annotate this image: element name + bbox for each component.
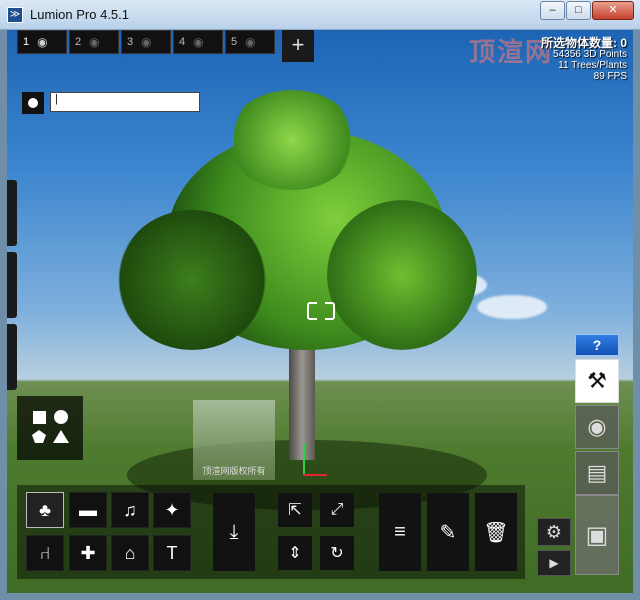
scene-stats: 所选物体数量: 0 54356 3D Points 11 Trees/Plant…: [540, 36, 627, 82]
scale-icon: ⤢: [330, 501, 344, 518]
eye-icon[interactable]: ◉: [89, 35, 99, 49]
category-special-button[interactable]: T: [153, 535, 191, 571]
side-panel-tab[interactable]: [7, 180, 17, 246]
menu-icon: ≡: [394, 520, 406, 543]
worker-icon: ⚒: [587, 368, 607, 393]
play-icon: ▶: [549, 556, 559, 570]
cloud: [477, 295, 547, 319]
house-icon: ⌂: [124, 542, 136, 563]
layer-tab-4[interactable]: 4 ◉: [173, 30, 223, 54]
object-name-input[interactable]: |: [50, 92, 200, 112]
movie-mode-button[interactable]: ▤: [575, 451, 619, 495]
build-mode-button[interactable]: ⚒: [575, 359, 619, 403]
fps-counter: 89 FPS: [593, 71, 627, 82]
add-layer-button[interactable]: +: [282, 30, 314, 62]
layer-number: 3: [127, 36, 134, 48]
place-object-button[interactable]: ⤓: [213, 493, 255, 571]
tree-icon: ♣: [39, 499, 51, 520]
car-icon: ▬: [79, 499, 97, 520]
play-button[interactable]: ▶: [537, 550, 571, 576]
tree-foliage: [327, 200, 477, 350]
layer-number: 1: [23, 36, 30, 48]
photo-mode-button[interactable]: ◉: [575, 405, 619, 449]
trash-icon: 🗑: [483, 521, 509, 544]
layer-tab-2[interactable]: 2 ◉: [69, 30, 119, 54]
select-radio-button[interactable]: [22, 92, 44, 114]
category-people-button[interactable]: ✚: [69, 535, 107, 571]
move-tool-button[interactable]: ⇱: [278, 493, 312, 527]
object-name-row: |: [22, 92, 200, 114]
category-sound-button[interactable]: ♫: [111, 492, 149, 528]
axis-gizmo-x: [303, 474, 327, 476]
lumion-app-icon: ≫: [7, 7, 23, 23]
layer-number: 4: [179, 36, 186, 48]
category-nature-button[interactable]: ♣: [26, 492, 64, 528]
category-effects-button[interactable]: ✦: [153, 492, 191, 528]
rotate-icon: ↻: [330, 545, 344, 562]
height-icon: ⇕: [288, 545, 302, 562]
music-icon: ♫: [123, 499, 137, 520]
radio-dot-icon: [28, 98, 38, 108]
layer-number: 2: [75, 36, 82, 48]
move-icon: ⇱: [288, 502, 302, 519]
close-button[interactable]: ✕: [592, 1, 634, 20]
category-transport-button[interactable]: ▬: [69, 492, 107, 528]
objects-mode-button[interactable]: [17, 396, 83, 460]
tools-icon: T: [166, 542, 178, 563]
layer-tab-5[interactable]: 5 ◉: [225, 30, 275, 54]
camera-icon: ◉: [587, 414, 607, 439]
window-title: Lumion Pro 4.5.1: [30, 7, 130, 22]
category-outdoor-button[interactable]: ⌂: [111, 535, 149, 571]
rotate-tool-button[interactable]: ↻: [320, 536, 354, 570]
viewport-3d[interactable]: 顶渲网版权所有 1 ◉ 2 ◉ 3 ◉ 4 ◉ 5 ◉ + 顶渲网 所选物体数量: 0 5…: [7, 30, 633, 593]
pencil-icon: ✎: [439, 521, 457, 544]
gear-icon: ⚙: [545, 521, 563, 542]
category-indoor-button[interactable]: ⑁: [26, 535, 64, 571]
eye-icon[interactable]: ◉: [37, 35, 47, 49]
film-icon: ▤: [586, 460, 608, 485]
title-bar: ≫ Lumion Pro 4.5.1 – □ ✕: [0, 0, 640, 30]
axis-gizmo-y: [303, 443, 305, 475]
tree-trunk: [289, 340, 315, 460]
chair-icon: ⑁: [39, 542, 51, 563]
side-panel-tab[interactable]: [7, 252, 17, 318]
crosshair-icon: [307, 302, 335, 320]
layer-bar: 1 ◉ 2 ◉ 3 ◉ 4 ◉ 5 ◉: [17, 30, 275, 54]
layer-number: 5: [231, 36, 238, 48]
height-tool-button[interactable]: ⇕: [278, 536, 312, 570]
person-icon: ✚: [80, 542, 96, 563]
effects-icon: ✦: [164, 499, 180, 520]
edit-button[interactable]: ✎: [427, 493, 469, 571]
properties-button[interactable]: ≡: [379, 493, 421, 571]
eye-icon[interactable]: ◉: [141, 35, 151, 49]
eye-icon[interactable]: ◉: [193, 35, 203, 49]
trees-count: 11 Trees/Plants: [558, 60, 627, 71]
thumbnail-label: 顶渲网版权所有: [202, 466, 266, 476]
selected-count: 所选物体数量: 0: [540, 36, 627, 50]
points-count: 54356 3D Points: [553, 49, 627, 60]
save-button[interactable]: ▣: [575, 495, 619, 575]
lumion-window: ≫ Lumion Pro 4.5.1 – □ ✕ 顶渲网版权所有 1 ◉ 2 ◉ 3…: [0, 0, 640, 600]
eye-icon[interactable]: ◉: [245, 35, 255, 49]
minimize-button[interactable]: –: [540, 1, 565, 20]
maximize-button[interactable]: □: [566, 1, 591, 20]
help-button[interactable]: ?: [575, 334, 619, 356]
layer-tab-3[interactable]: 3 ◉: [121, 30, 171, 54]
tree-foliage: [227, 90, 357, 190]
place-icon: ⤓: [229, 520, 239, 543]
delete-button[interactable]: 🗑: [475, 493, 517, 571]
tree-foliage: [117, 210, 267, 350]
settings-button[interactable]: ⚙: [537, 518, 571, 546]
side-panel-tab[interactable]: [7, 324, 17, 390]
scale-tool-button[interactable]: ⤢: [320, 493, 354, 527]
layer-tab-1[interactable]: 1 ◉: [17, 30, 67, 54]
floppy-icon: ▣: [585, 521, 609, 549]
shapes-icon: [32, 410, 69, 443]
